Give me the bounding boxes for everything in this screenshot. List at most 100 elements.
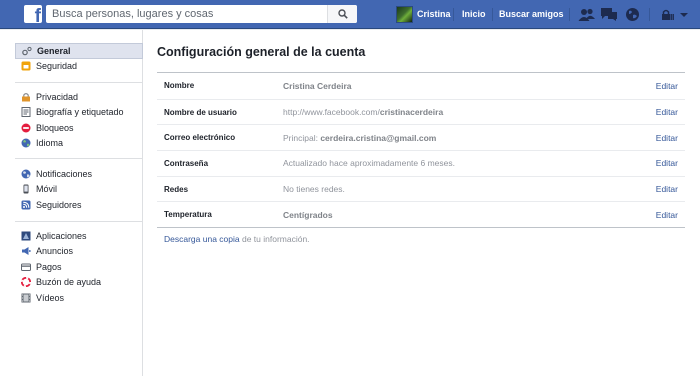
row-label: Contraseña bbox=[164, 158, 209, 168]
sidebar-item-label: Seguridad bbox=[36, 61, 78, 72]
table-row[interactable]: Redes No tienes redes. Editar bbox=[157, 175, 685, 202]
sidebar-item-support-inbox[interactable]: Buzón de ayuda bbox=[15, 275, 143, 291]
sidebar-item-label: Buzón de ayuda bbox=[36, 277, 102, 288]
sidebar-item-notifications[interactable]: Notificaciones bbox=[15, 166, 143, 182]
edit-link[interactable]: Editar bbox=[656, 107, 678, 117]
globe-icon bbox=[21, 138, 31, 148]
search-button[interactable] bbox=[327, 5, 357, 23]
sidebar-divider bbox=[15, 82, 143, 83]
sidebar-item-privacy[interactable]: Privacidad bbox=[15, 89, 143, 105]
sidebar-item-label: Biografía y etiquetado bbox=[36, 107, 124, 118]
sidebar-item-label: Seguidores bbox=[36, 199, 82, 210]
film-icon bbox=[21, 293, 31, 303]
row-label: Nombre bbox=[164, 81, 195, 91]
lock-icon bbox=[21, 92, 31, 102]
edit-link[interactable]: Editar bbox=[656, 158, 678, 168]
sidebar-group: Notificaciones Móvil Seguidores bbox=[15, 166, 143, 213]
timeline-icon bbox=[21, 107, 31, 118]
avatar bbox=[396, 5, 413, 23]
sidebar-item-label: Anuncios bbox=[36, 246, 74, 257]
sidebar-group: General Seguridad bbox=[15, 43, 143, 74]
row-value: Cristina Cerdeira bbox=[283, 80, 352, 91]
divider bbox=[569, 8, 570, 21]
download-info: Descarga una copia de tu información. bbox=[164, 234, 310, 244]
gears-icon bbox=[22, 46, 32, 56]
privacy-shortcuts-icon[interactable] bbox=[660, 6, 674, 23]
sidebar-item-videos[interactable]: Vídeos bbox=[15, 290, 143, 306]
sidebar-item-mobile[interactable]: Móvil bbox=[15, 182, 143, 198]
row-value: Centígrados bbox=[283, 209, 333, 220]
friend-requests-icon[interactable] bbox=[578, 6, 596, 23]
sidebar-item-label: Vídeos bbox=[36, 292, 65, 303]
home-link[interactable]: Inicio bbox=[462, 9, 486, 19]
facebook-logo-icon[interactable]: f bbox=[24, 5, 42, 23]
download-info-text: de tu información. bbox=[239, 234, 310, 244]
edit-link[interactable]: Editar bbox=[656, 133, 678, 143]
edit-link[interactable]: Editar bbox=[656, 210, 678, 220]
row-label: Temperatura bbox=[164, 210, 212, 220]
main-panel: Configuración general de la cuenta Nombr… bbox=[143, 30, 700, 376]
search-box bbox=[46, 5, 357, 23]
sidebar-item-label: General bbox=[37, 45, 71, 56]
profile-name: Cristina bbox=[417, 9, 451, 19]
sidebar-item-blocking[interactable]: Bloqueos bbox=[15, 120, 143, 136]
row-label: Correo electrónico bbox=[164, 133, 236, 143]
profile-link[interactable]: Cristina bbox=[396, 4, 451, 24]
sidebar-item-label: Notificaciones bbox=[36, 168, 93, 179]
sidebar-item-payments[interactable]: Pagos bbox=[15, 259, 143, 275]
shield-badge-icon bbox=[21, 61, 31, 71]
block-icon bbox=[21, 123, 31, 133]
top-bar: f Cristina Inicio Buscar amigos bbox=[0, 0, 700, 29]
sidebar-item-label: Aplicaciones bbox=[36, 230, 87, 241]
divider bbox=[492, 8, 493, 21]
sidebar-item-timeline[interactable]: Biografía y etiquetado bbox=[15, 105, 143, 121]
divider bbox=[649, 8, 650, 21]
table-row[interactable]: Correo electrónico Principal: cerdeira.c… bbox=[157, 124, 685, 150]
divider bbox=[453, 8, 454, 21]
sidebar-item-label: Bloqueos bbox=[36, 122, 74, 133]
row-label: Nombre de usuario bbox=[164, 107, 237, 117]
account-menu-icon[interactable] bbox=[678, 6, 690, 23]
find-friends-link[interactable]: Buscar amigos bbox=[499, 9, 564, 19]
sidebar-item-ads[interactable]: Anuncios bbox=[15, 244, 143, 260]
mobile-icon bbox=[21, 184, 31, 194]
sidebar-divider bbox=[15, 221, 143, 222]
row-value: http://www.facebook.com/cristinacerdeira bbox=[283, 107, 444, 118]
search-input[interactable] bbox=[46, 5, 326, 23]
sidebar-item-label: Móvil bbox=[36, 184, 58, 195]
card-icon bbox=[21, 262, 31, 272]
edit-link[interactable]: Editar bbox=[656, 184, 678, 194]
table-row[interactable]: Nombre Cristina Cerdeira Editar bbox=[157, 73, 685, 99]
messages-icon[interactable] bbox=[600, 6, 618, 23]
sidebar-item-label: Idioma bbox=[36, 138, 64, 149]
row-value: No tienes redes. bbox=[283, 184, 345, 195]
sidebar-item-language[interactable]: Idioma bbox=[15, 136, 143, 152]
sidebar-item-apps[interactable]: Aplicaciones bbox=[15, 228, 143, 244]
row-value: Actualizado hace aproximadamente 6 meses… bbox=[283, 158, 455, 169]
page-title: Configuración general de la cuenta bbox=[157, 45, 366, 59]
lifebuoy-icon bbox=[21, 277, 31, 288]
edit-link[interactable]: Editar bbox=[656, 81, 678, 91]
sidebar-divider bbox=[15, 158, 143, 159]
table-row[interactable]: Temperatura Centígrados Editar bbox=[157, 201, 685, 227]
row-label: Redes bbox=[164, 184, 189, 194]
sidebar-item-label: Privacidad bbox=[36, 91, 79, 102]
apps-icon bbox=[21, 231, 31, 241]
sidebar-item-security[interactable]: Seguridad bbox=[15, 59, 143, 75]
notifications-globe-icon[interactable] bbox=[623, 6, 641, 23]
settings-sidebar: General Seguridad Privacidad Biografía y… bbox=[0, 30, 143, 376]
ads-icon bbox=[21, 246, 31, 256]
sidebar-group: Aplicaciones Anuncios Pagos Buzón de ayu… bbox=[15, 228, 143, 306]
rss-icon bbox=[21, 200, 31, 210]
sidebar-item-label: Pagos bbox=[36, 261, 62, 272]
search-icon bbox=[337, 9, 348, 19]
sidebar-item-followers[interactable]: Seguidores bbox=[15, 197, 143, 213]
download-copy-link[interactable]: Descarga una copia bbox=[164, 234, 240, 244]
settings-table: Nombre Cristina Cerdeira Editar Nombre d… bbox=[157, 72, 685, 229]
globe-notifications-icon bbox=[21, 169, 31, 179]
sidebar-item-general[interactable]: General bbox=[15, 43, 143, 59]
table-row[interactable]: Contraseña Actualizado hace aproximadame… bbox=[157, 150, 685, 176]
sidebar-group: Privacidad Biografía y etiquetado Bloque… bbox=[15, 89, 143, 151]
table-row[interactable]: Nombre de usuario http://www.facebook.co… bbox=[157, 98, 685, 125]
row-value: Principal: cerdeira.cristina@gmail.com bbox=[283, 132, 437, 143]
